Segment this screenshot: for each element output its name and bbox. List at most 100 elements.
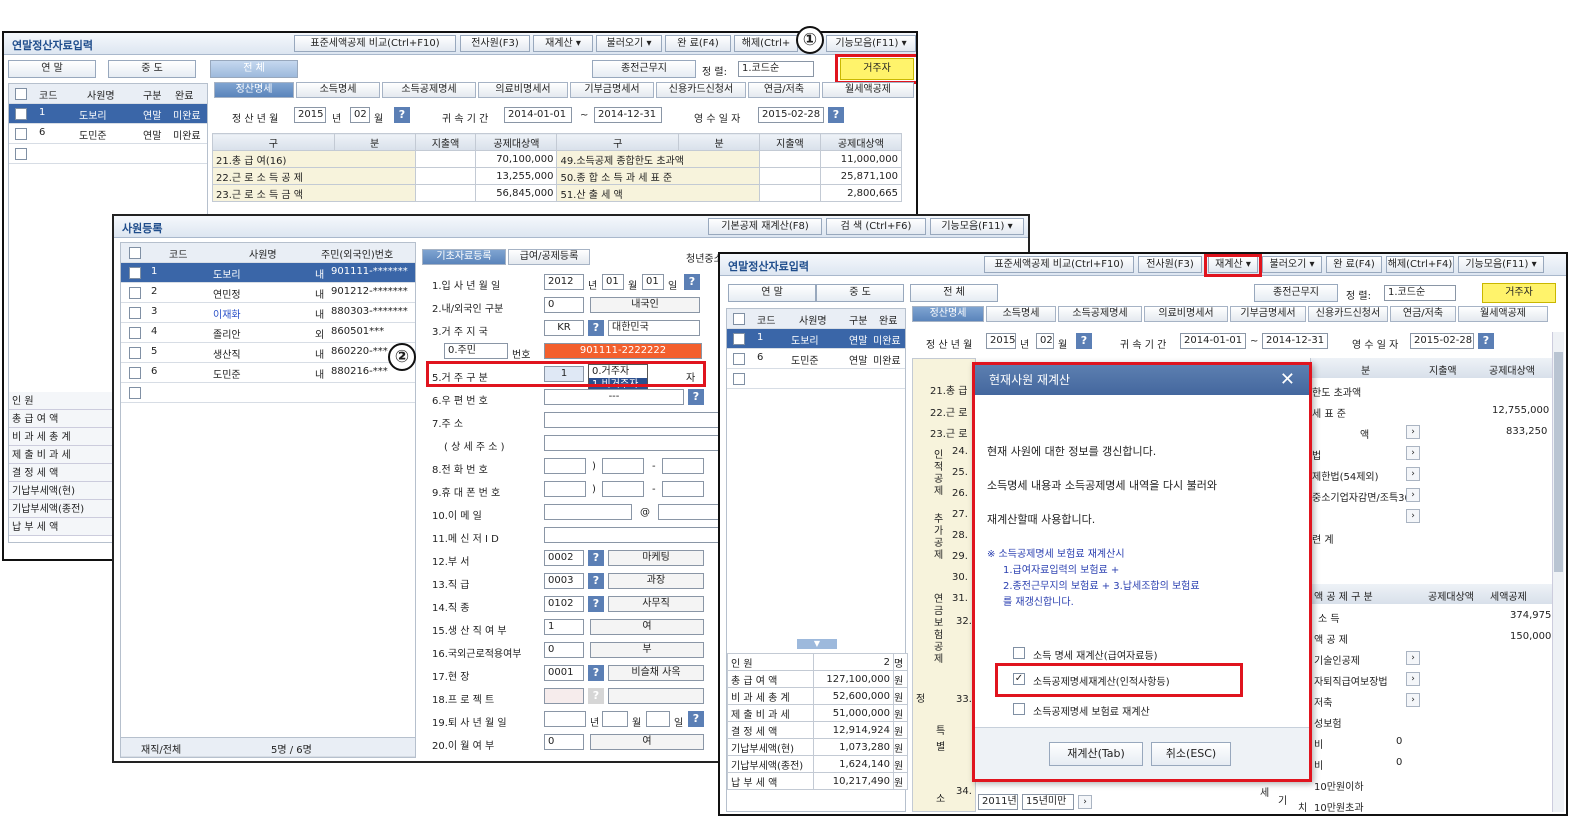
period-to-input[interactable]: 2014-12-31: [594, 107, 662, 123]
settle-month-input[interactable]: 02: [350, 107, 370, 123]
id-number-input[interactable]: 901111-2222222: [544, 343, 702, 359]
chevron-right-icon[interactable]: ›: [1406, 488, 1420, 502]
employee-row[interactable]: 3 이재화 내 880303-*******: [121, 303, 415, 323]
select-all-checkbox[interactable]: [15, 88, 27, 100]
load-menu-button[interactable]: 불러오기 ▾: [596, 35, 662, 52]
tab-pension[interactable]: 연금/저축: [748, 82, 820, 98]
complete-button[interactable]: 완 료(F4): [1326, 256, 1382, 273]
previous-work-button[interactable]: 종전근무지: [1254, 284, 1338, 302]
residence-country-code[interactable]: KR: [544, 320, 584, 336]
help-icon[interactable]: ?: [828, 107, 844, 123]
tab-deduction[interactable]: 소득공제명세: [1058, 306, 1142, 322]
scrollbar-thumb[interactable]: [1554, 352, 1563, 572]
chevron-right-icon[interactable]: ›: [1078, 795, 1092, 809]
complete-button[interactable]: 완 료(F4): [665, 35, 731, 52]
receipt-date-input[interactable]: 2015-02-28: [1410, 333, 1474, 349]
chevron-right-icon[interactable]: ›: [1406, 467, 1420, 481]
filter-all[interactable]: 전 체: [210, 60, 298, 78]
tab-deduction[interactable]: 소득공제명세: [382, 82, 476, 98]
help-icon[interactable]: ?: [1478, 333, 1494, 349]
tab-monthly-rent[interactable]: 월세액공제: [1458, 306, 1548, 322]
functions-menu-button[interactable]: 기능모음(F11) ▾: [826, 35, 916, 52]
release-button[interactable]: 해제(Ctrl+F4): [1386, 256, 1454, 273]
tab-credit-card[interactable]: 신용카드신청서: [656, 82, 746, 98]
help-icon[interactable]: ?: [588, 596, 604, 612]
hire-day-input[interactable]: 01: [642, 274, 664, 290]
select-all-checkbox[interactable]: [129, 247, 141, 259]
messenger-input[interactable]: [544, 527, 720, 543]
load-menu-button[interactable]: 불러오기 ▾: [1262, 256, 1322, 273]
chevron-right-icon[interactable]: ›: [1406, 446, 1420, 460]
tab-monthly-rent[interactable]: 월세액공제: [822, 82, 914, 98]
row-checkbox[interactable]: [129, 327, 141, 339]
chevron-right-icon[interactable]: ›: [1406, 509, 1420, 523]
row-checkbox[interactable]: [733, 373, 745, 385]
id-type-select[interactable]: 0.주민: [444, 343, 508, 359]
help-icon[interactable]: ?: [394, 107, 410, 123]
receipt-date-input[interactable]: 2015-02-28: [758, 107, 824, 123]
row-checkbox[interactable]: [129, 287, 141, 299]
sort-select[interactable]: 1.코드순: [738, 61, 814, 77]
row-checkbox[interactable]: ✓: [15, 108, 27, 120]
tab-settlement[interactable]: 정산명세: [214, 82, 294, 98]
address-detail-input[interactable]: [544, 435, 720, 451]
rank-code[interactable]: 0003: [544, 573, 584, 589]
employee-row[interactable]: 4 졸리안 외 860501***: [121, 323, 415, 343]
phone-area-input[interactable]: [544, 458, 586, 474]
tab-donation[interactable]: 기부금명세서: [1230, 306, 1306, 322]
help-icon[interactable]: ?: [1076, 333, 1092, 349]
employee-row[interactable]: 6 도민준 연말 미완료: [9, 124, 207, 144]
vertical-scrollbar[interactable]: [1552, 332, 1564, 812]
functions-menu-button[interactable]: 기능모음(F11) ▾: [1458, 256, 1544, 273]
site-code[interactable]: 0001: [544, 665, 584, 681]
hire-year-input[interactable]: 2012: [544, 274, 584, 290]
overseas-code[interactable]: 0: [544, 642, 584, 658]
tab-basic-info[interactable]: 기초자료등록: [422, 249, 506, 265]
row-checkbox[interactable]: [129, 367, 141, 379]
resident-button[interactable]: 거주자: [1482, 283, 1556, 303]
help-icon[interactable]: ?: [588, 320, 604, 336]
help-icon[interactable]: ?: [588, 550, 604, 566]
row-checkbox[interactable]: [15, 128, 27, 140]
row-checkbox[interactable]: [733, 353, 745, 365]
standard-tax-compare-button[interactable]: 표준세액공제 비교(Ctrl+F10): [294, 35, 456, 52]
search-button[interactable]: 검 색 (Ctrl+F6): [826, 218, 926, 235]
employee-row[interactable]: 1 도보리 내 901111-*******: [121, 263, 415, 283]
tab-payroll[interactable]: 급여/공제등록: [508, 249, 590, 265]
help-icon[interactable]: ?: [588, 573, 604, 589]
employee-row[interactable]: ✓ 1 도보리 연말 미완료: [727, 329, 905, 349]
recalc-menu-button[interactable]: 재계산 ▾: [533, 35, 593, 52]
employee-row[interactable]: ✓ 1 도보리 연말 미완료: [9, 104, 207, 124]
period-from-input[interactable]: 2014-01-01: [1180, 333, 1246, 349]
chevron-right-icon[interactable]: ›: [1406, 651, 1420, 665]
functions-menu-button[interactable]: 기능모음(F11) ▾: [930, 218, 1024, 235]
phone-mid-input[interactable]: [602, 458, 644, 474]
email-user-input[interactable]: [544, 504, 632, 520]
help-icon[interactable]: ?: [684, 274, 700, 290]
row-checkbox[interactable]: [129, 267, 141, 279]
nationality-code[interactable]: 0: [544, 297, 584, 313]
address-input[interactable]: [544, 412, 720, 428]
filter-all[interactable]: 전 체: [910, 284, 998, 302]
email-domain-input[interactable]: [658, 504, 720, 520]
employee-row[interactable]: 5 생산직 내 860220-***: [121, 343, 415, 363]
employee-row[interactable]: 6 도민준 내 880216-***: [121, 363, 415, 383]
tab-credit-card[interactable]: 신용카드신청서: [1308, 306, 1388, 322]
mobile-mid-input[interactable]: [602, 481, 644, 497]
all-employees-button[interactable]: 전사원(F3): [1138, 256, 1202, 273]
recalc-confirm-button[interactable]: 재계산(Tab): [1049, 742, 1143, 766]
chevron-right-icon[interactable]: ›: [1406, 672, 1420, 686]
tab-income[interactable]: 소득명세: [296, 82, 380, 98]
hire-month-input[interactable]: 01: [602, 274, 624, 290]
mobile-last-input[interactable]: [662, 481, 704, 497]
row-checkbox[interactable]: [129, 347, 141, 359]
filter-year-end[interactable]: 연 말: [8, 60, 96, 78]
filter-midyear[interactable]: 중 도: [108, 60, 196, 78]
postal-input[interactable]: ---: [544, 389, 684, 405]
release-button[interactable]: 해제(Ctrl+: [734, 35, 798, 52]
job-type-code[interactable]: 0102: [544, 596, 584, 612]
leave-month-input[interactable]: [602, 711, 628, 727]
tab-medical[interactable]: 의료비명세서: [478, 82, 568, 98]
filter-year-end[interactable]: 연 말: [728, 284, 816, 302]
help-icon[interactable]: ?: [688, 711, 704, 727]
